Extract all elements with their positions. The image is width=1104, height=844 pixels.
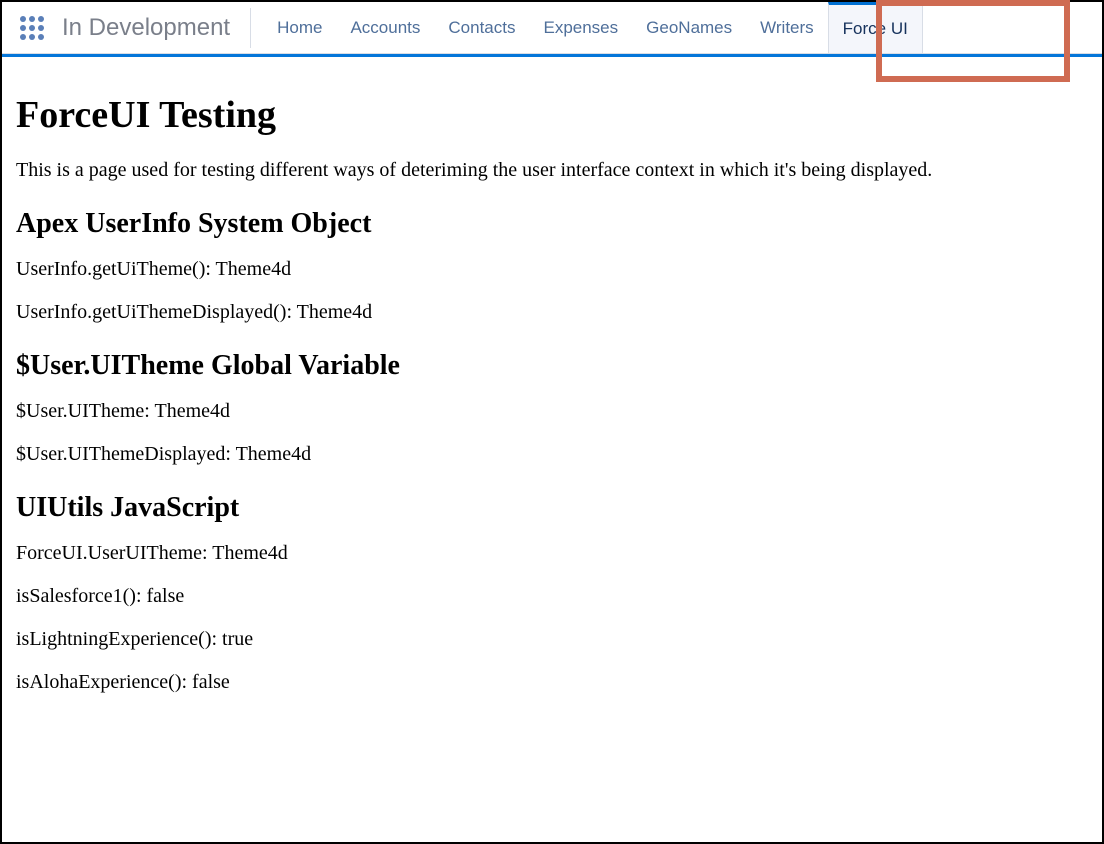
section-heading: Apex UserInfo System Object (16, 208, 1088, 240)
nav-item-geonames[interactable]: GeoNames (632, 2, 746, 53)
section-heading: UIUtils JavaScript (16, 492, 1088, 524)
output-line: isLightningExperience(): true (16, 628, 1088, 651)
output-line: UserInfo.getUiThemeDisplayed(): Theme4d (16, 301, 1088, 324)
vertical-divider (250, 8, 251, 48)
nav-item-writers[interactable]: Writers (746, 2, 828, 53)
intro-paragraph: This is a page used for testing differen… (16, 159, 1088, 182)
primary-nav: Home Accounts Contacts Expenses GeoNames… (263, 2, 923, 53)
output-line: $User.UIThemeDisplayed: Theme4d (16, 443, 1088, 466)
nav-item-expenses[interactable]: Expenses (529, 2, 632, 53)
output-line: UserInfo.getUiTheme(): Theme4d (16, 258, 1088, 281)
output-line: isAlohaExperience(): false (16, 671, 1088, 694)
output-line: $User.UITheme: Theme4d (16, 400, 1088, 423)
global-header: In Development Home Accounts Contacts Ex… (2, 2, 1102, 54)
main-content: ForceUI Testing This is a page used for … (2, 57, 1102, 694)
app-launcher-icon[interactable] (16, 12, 48, 44)
section-heading: $User.UITheme Global Variable (16, 350, 1088, 382)
app-name-label: In Development (62, 14, 230, 42)
output-line: ForceUI.UserUITheme: Theme4d (16, 542, 1088, 565)
nav-item-force-ui[interactable]: Force UI (828, 2, 923, 53)
nav-item-home[interactable]: Home (263, 2, 336, 53)
nav-item-accounts[interactable]: Accounts (336, 2, 434, 53)
page-title: ForceUI Testing (16, 93, 1088, 137)
nav-item-contacts[interactable]: Contacts (434, 2, 529, 53)
output-line: isSalesforce1(): false (16, 585, 1088, 608)
